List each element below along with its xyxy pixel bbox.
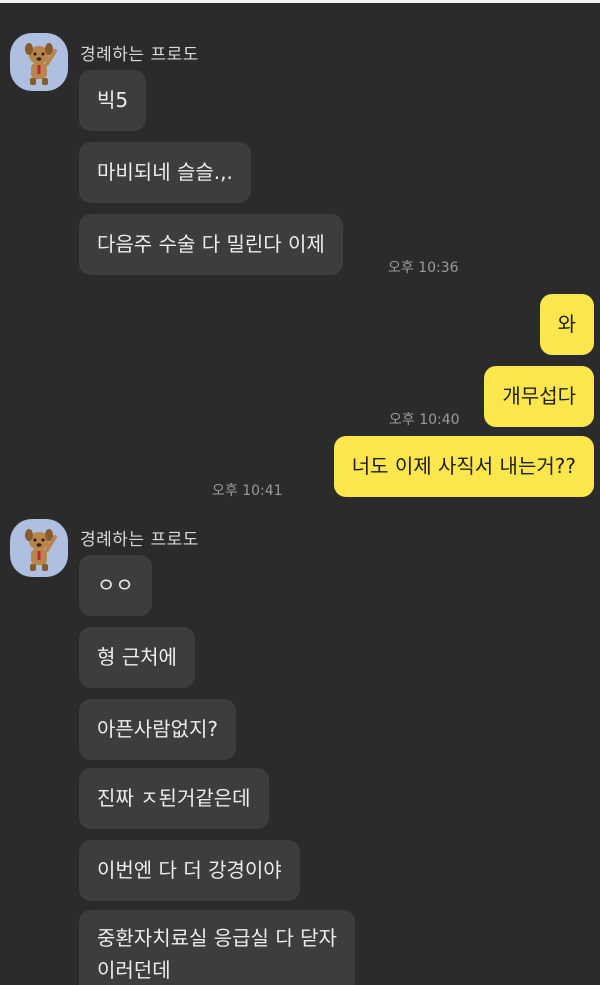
message-bubble[interactable]: 다음주 수술 다 밀린다 이제 [79, 214, 343, 275]
message-line: 이러던데 [97, 958, 171, 982]
sent-message-bubble[interactable]: 와 [539, 294, 594, 355]
message-bubble[interactable]: ㅇㅇ [79, 555, 152, 616]
sender-avatar[interactable] [10, 33, 68, 91]
message-line: 중환자치료실 응급실 다 닫자 [97, 926, 337, 950]
frodo-avatar-icon [25, 43, 57, 85]
sent-message-bubble[interactable]: 너도 이제 사직서 내는거?? [333, 436, 594, 497]
message-time: 오후 10:41 [212, 483, 283, 499]
sender-name: 경례하는 프로도 [80, 45, 199, 65]
status-divider [0, 0, 600, 3]
message-bubble[interactable]: 진짜 ㅈ된거같은데 [79, 768, 269, 829]
message-time: 오후 10:36 [388, 260, 459, 276]
message-time: 오후 10:40 [389, 412, 460, 428]
sender-avatar[interactable] [10, 519, 68, 577]
chat-room: 경례하는 프로도 빅5 마비되네 슬슬.,. 다음주 수술 다 밀린다 이제 오… [0, 0, 600, 985]
message-bubble[interactable]: 형 근처에 [79, 627, 195, 688]
sender-name: 경례하는 프로도 [80, 530, 199, 550]
message-bubble[interactable]: 아픈사람없지? [79, 699, 237, 760]
message-bubble[interactable]: 이번엔 다 더 강경이야 [79, 840, 300, 901]
message-bubble[interactable]: 마비되네 슬슬.,. [79, 142, 251, 203]
message-bubble[interactable]: 중환자치료실 응급실 다 닫자 이러던데 [79, 910, 355, 985]
frodo-avatar-icon [25, 529, 57, 571]
sent-message-bubble[interactable]: 개무섭다 [484, 366, 594, 427]
message-bubble[interactable]: 빅5 [79, 70, 147, 131]
